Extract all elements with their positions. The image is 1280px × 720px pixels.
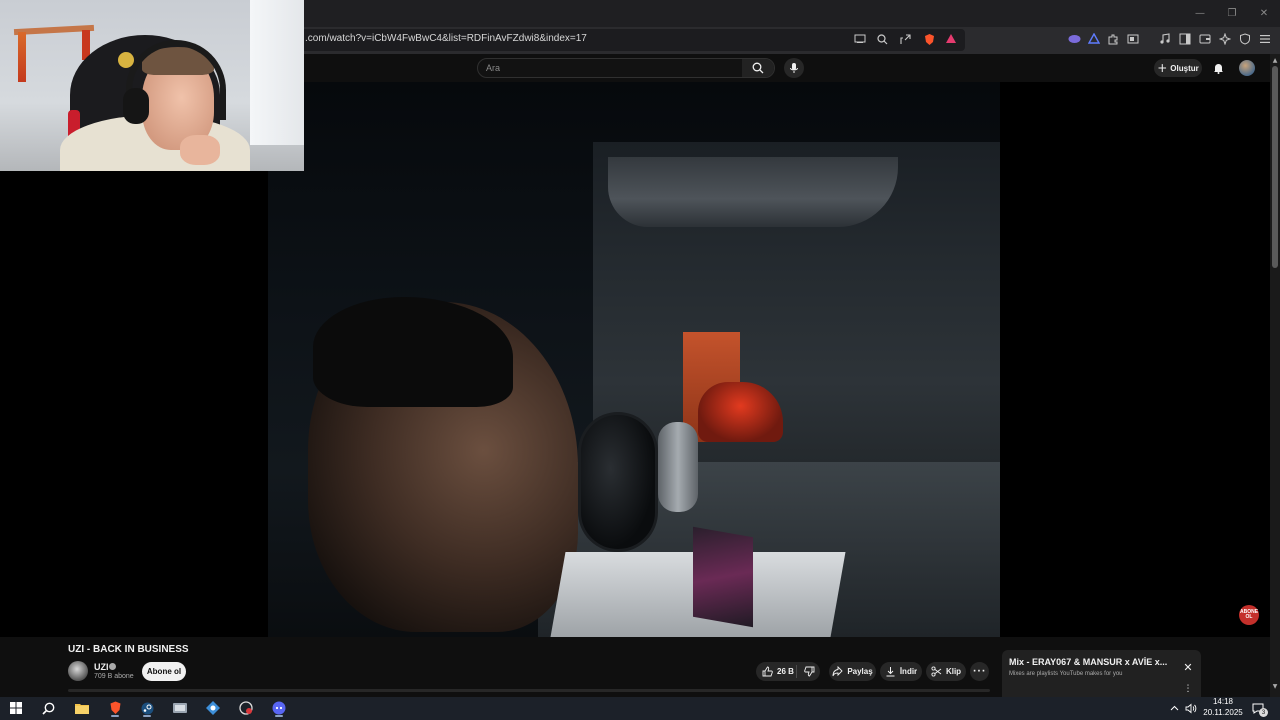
pop-filter — [578, 412, 658, 552]
brave-rewards-icon[interactable] — [943, 31, 959, 47]
laptop — [693, 526, 753, 628]
scissors-icon — [931, 666, 942, 677]
search-bar — [477, 58, 775, 78]
ai-icon[interactable] — [1217, 31, 1233, 47]
channel-name[interactable]: UZI — [94, 662, 109, 672]
restore-icon[interactable]: ❐ — [1216, 0, 1248, 27]
subscribe-watermark[interactable]: ABONE OL — [1239, 605, 1259, 625]
webcam-scarf — [18, 32, 26, 82]
download-icon — [886, 667, 895, 677]
shield-icon[interactable] — [1237, 31, 1253, 47]
download-label: İndir — [899, 667, 918, 676]
share-label: Paylaş — [847, 667, 873, 676]
video-title: UZI - BACK IN BUSINESS — [68, 644, 189, 655]
tray-chevron-up-icon[interactable] — [1167, 699, 1181, 717]
clock-date[interactable]: 20.11.2025 — [1203, 708, 1243, 720]
webcam-window — [250, 0, 304, 145]
share-button[interactable]: Paylaş — [829, 662, 876, 681]
taskbar-search-icon[interactable] — [38, 699, 58, 717]
file-explorer-icon[interactable] — [72, 699, 92, 717]
studio-microphone — [658, 422, 698, 512]
windows-start-icon[interactable] — [6, 699, 26, 717]
minimize-icon[interactable]: — — [1184, 0, 1216, 27]
scroll-up-arrow-icon[interactable]: ▲ — [1270, 56, 1280, 64]
volume-icon[interactable] — [1183, 699, 1199, 717]
webcam-overlay — [0, 0, 304, 171]
sidebar-icon[interactable] — [1177, 31, 1193, 47]
search-input[interactable] — [478, 59, 744, 77]
share-arrow-icon — [832, 666, 843, 677]
zoom-icon[interactable] — [874, 31, 890, 47]
app2-icon[interactable] — [203, 699, 223, 717]
studio-curtain — [608, 157, 898, 227]
dislike-button[interactable] — [798, 662, 820, 681]
account-avatar[interactable] — [1239, 60, 1255, 76]
thumbs-up-icon — [762, 666, 773, 677]
microphone-icon — [790, 63, 798, 73]
voice-search-button[interactable] — [784, 58, 804, 78]
media-icon[interactable] — [1157, 31, 1173, 47]
video-frame[interactable] — [268, 82, 1000, 637]
app3-icon[interactable] — [236, 699, 256, 717]
mix-title[interactable]: Mix - ERAY067 & MANSUR x AVİE x... — [1009, 657, 1179, 667]
extensions-icon[interactable] — [1105, 31, 1121, 47]
verified-icon — [109, 663, 116, 670]
subscribe-button[interactable]: Abone ol — [142, 662, 186, 681]
subscriber-count: 709 B abone — [94, 673, 134, 680]
plus-icon: + — [1157, 61, 1168, 75]
notification-count-badge: 3 — [1259, 708, 1268, 717]
screenshot-icon[interactable] — [1125, 31, 1141, 47]
mix-subtitle: Mixes are playlists YouTube makes for yo… — [1009, 671, 1123, 677]
share-icon[interactable] — [897, 31, 913, 47]
like-divider — [796, 665, 797, 678]
brave-shield-icon[interactable] — [921, 31, 937, 47]
channel-avatar[interactable] — [68, 661, 88, 681]
notifications-bell-icon[interactable] — [1210, 60, 1226, 76]
scroll-down-arrow-icon[interactable]: ▼ — [1270, 682, 1280, 690]
wallet-icon[interactable] — [1197, 31, 1213, 47]
window-controls: — ❐ ✕ — [1184, 0, 1280, 27]
webcam-person-hand — [180, 135, 220, 165]
close-window-icon[interactable]: ✕ — [1248, 0, 1280, 27]
cast-icon[interactable] — [852, 31, 868, 47]
search-button[interactable] — [742, 59, 774, 77]
brave-active-indicator — [111, 715, 119, 717]
discord-active-indicator — [275, 715, 283, 717]
url-text[interactable]: .com/watch?v=iCbW4FwBwC4&list=RDFinAvFZd… — [305, 33, 587, 44]
menu-icon[interactable] — [1257, 31, 1273, 47]
create-button[interactable]: + Oluştur — [1154, 59, 1202, 77]
more-vertical-icon[interactable]: ⋮ — [1182, 683, 1194, 695]
description-box-edge — [68, 689, 990, 692]
scroll-thumb[interactable] — [1272, 66, 1278, 268]
clip-button[interactable]: Klip — [926, 662, 966, 681]
vpn-icon[interactable] — [1086, 31, 1102, 47]
more-horizontal-icon: ··· — [972, 666, 987, 677]
more-actions-button[interactable]: ··· — [970, 662, 989, 681]
clip-label: Klip — [945, 667, 962, 676]
download-button[interactable]: İndir — [880, 662, 922, 681]
create-label: Oluştur — [1170, 63, 1199, 73]
steam-active-indicator — [143, 715, 151, 717]
headphone-earcup — [123, 88, 149, 124]
like-count: 26 B — [777, 667, 794, 676]
close-icon[interactable]: ✕ — [1181, 660, 1195, 674]
thumbs-down-icon — [803, 666, 814, 677]
leo-icon[interactable] — [1066, 31, 1082, 47]
app-icon[interactable] — [170, 699, 190, 717]
search-icon — [752, 62, 764, 74]
windows-taskbar — [0, 697, 1280, 720]
